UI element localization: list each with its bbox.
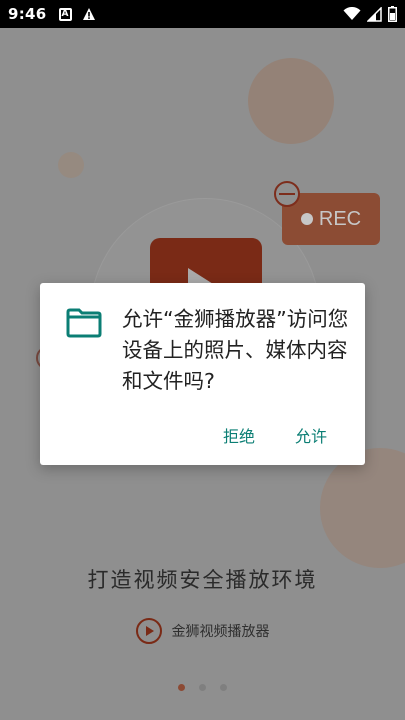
rec-dot-icon bbox=[300, 213, 313, 225]
dialog-message: 允许“金狮播放器”访问您设备上的照片、媒体内容和文件吗? bbox=[122, 307, 349, 393]
status-right-icons bbox=[343, 6, 397, 22]
slogan: 打造视频安全播放环境 bbox=[87, 568, 318, 592]
no-symbol-icon bbox=[274, 181, 300, 207]
allow-button[interactable]: 允许 bbox=[295, 423, 327, 447]
deny-button[interactable]: 拒绝 bbox=[223, 423, 255, 447]
status-bar: 9:46 A bbox=[0, 0, 405, 28]
status-left-icons: A bbox=[58, 7, 96, 21]
decor-circle bbox=[320, 448, 405, 568]
page-dot bbox=[220, 684, 227, 691]
wifi-icon bbox=[343, 7, 361, 20]
page-indicator bbox=[0, 684, 405, 691]
status-time: 9:46 bbox=[8, 5, 47, 23]
signal-icon bbox=[367, 6, 382, 22]
battery-icon bbox=[388, 6, 397, 22]
warning-icon bbox=[82, 8, 95, 20]
rec-label: REC bbox=[318, 207, 362, 230]
brand-name: 金狮视频播放器 bbox=[171, 624, 270, 640]
brand-row: 金狮视频播放器 bbox=[0, 618, 405, 644]
folder-icon bbox=[66, 308, 102, 338]
page-dot bbox=[199, 684, 206, 691]
decor-circle bbox=[248, 58, 334, 144]
a-notification-icon: A bbox=[58, 7, 72, 21]
page-dot-active bbox=[178, 684, 185, 691]
permission-dialog: 允许“金狮播放器”访问您设备上的照片、媒体内容和文件吗? 拒绝 允许 bbox=[40, 283, 365, 465]
decor-circle bbox=[58, 152, 84, 178]
brand-logo-icon bbox=[135, 618, 162, 644]
